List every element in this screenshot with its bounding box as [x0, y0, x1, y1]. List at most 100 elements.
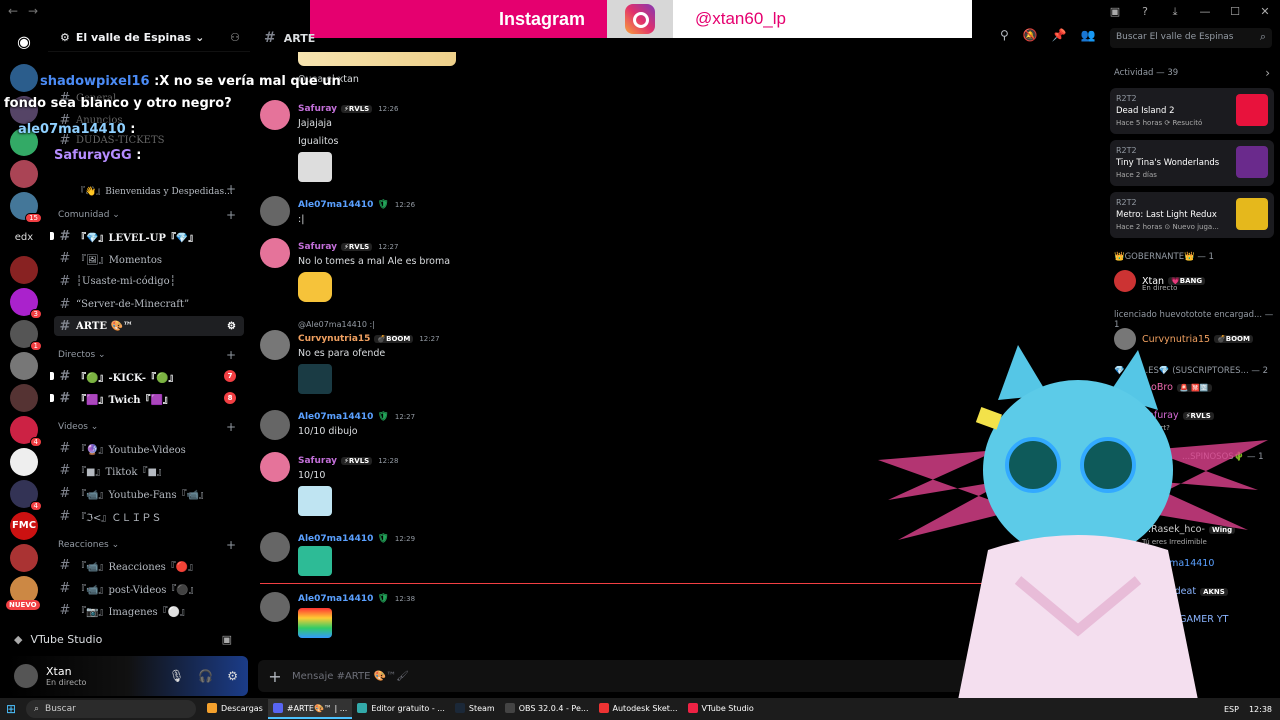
- download-icon[interactable]: ⤓: [1160, 0, 1190, 24]
- channel-item[interactable]: # 『🟪』Twich『🟪』 8: [50, 388, 244, 408]
- taskbar-search[interactable]: ⌕ Buscar: [26, 700, 196, 718]
- image-attachment[interactable]: [298, 152, 332, 182]
- voice-status[interactable]: ◆ VTube Studio ▣: [8, 624, 248, 654]
- microphone-icon[interactable]: 🎙: [169, 669, 184, 683]
- add-channel-icon[interactable]: +: [226, 182, 236, 196]
- server-icon[interactable]: [10, 544, 38, 572]
- settings-icon[interactable]: ⚙: [227, 321, 236, 332]
- message-author[interactable]: Ale07ma14410 🛡 12:29: [298, 534, 415, 544]
- server-icon[interactable]: 4: [10, 480, 42, 511]
- mute-icon[interactable]: 🔕: [1023, 28, 1038, 42]
- taskbar-app[interactable]: Descargas: [202, 699, 268, 719]
- headphones-icon[interactable]: 🎧: [198, 669, 213, 683]
- channel-item[interactable]: # 『■』Tiktok『■』: [54, 460, 244, 480]
- server-icon[interactable]: [10, 160, 38, 188]
- channel-item[interactable]: # 『📹』Youtube-Fans『📹』: [54, 483, 244, 503]
- channel-item[interactable]: # 『📷』Imagenes『⚪』: [54, 600, 244, 620]
- search-input[interactable]: Buscar El valle de Espinas ⌕: [1110, 28, 1272, 48]
- message-author[interactable]: Curvynutria15 💣BOOM 12:27: [298, 334, 440, 344]
- screen-share-icon[interactable]: ▣: [222, 633, 232, 646]
- section-videos[interactable]: Videos ⌄: [58, 422, 98, 432]
- channel-item[interactable]: # 『🟢』-KICK-『🟢』 7: [50, 366, 244, 386]
- server-icon[interactable]: [10, 256, 38, 284]
- language-indicator[interactable]: ESP: [1224, 705, 1239, 714]
- channel-item[interactable]: # “Server-de-Minecraft”: [54, 294, 244, 314]
- message-author[interactable]: Ale07ma14410 🛡 12:27: [298, 412, 415, 422]
- add-channel-icon[interactable]: +: [226, 348, 236, 362]
- inbox-icon[interactable]: ▣: [1100, 0, 1130, 24]
- avatar[interactable]: [260, 238, 290, 268]
- guild-header[interactable]: ⚙ El valle de Espinas ⌄ ⚇: [48, 24, 250, 52]
- message-author[interactable]: Safuray ⚡RVLS 12:28: [298, 456, 398, 466]
- windows-start-icon[interactable]: ⊞: [0, 702, 22, 716]
- members-icon[interactable]: 👥: [1081, 28, 1096, 42]
- server-icon[interactable]: [10, 96, 38, 124]
- avatar[interactable]: [260, 100, 290, 130]
- server-icon[interactable]: 3: [10, 288, 42, 319]
- activity-card[interactable]: R2T2 Tiny Tina's Wonderlands Hace 2 días: [1110, 140, 1274, 186]
- chevron-right-icon[interactable]: ›: [1265, 66, 1270, 80]
- add-channel-icon[interactable]: +: [226, 538, 236, 552]
- channel-item[interactable]: # Anuncios: [54, 110, 244, 130]
- channel-item[interactable]: # 『💎』LEVEL-UP『💎』: [50, 226, 244, 246]
- taskbar-app[interactable]: #ARTE🎨™ | ...: [267, 699, 353, 719]
- channel-item[interactable]: # ┆Usaste-mi-código┆: [54, 271, 244, 291]
- section-directos[interactable]: Directos ⌄: [58, 350, 106, 360]
- avatar[interactable]: [260, 592, 290, 622]
- sticker-icon[interactable]: [298, 364, 332, 394]
- add-channel-icon[interactable]: +: [226, 208, 236, 222]
- channel-item[interactable]: # 『🖼』Momentos: [54, 248, 244, 268]
- forward-arrow-icon[interactable]: →: [28, 4, 38, 18]
- channel-welcome[interactable]: 『👋』Bienvenidas y Despedidas...: [54, 180, 244, 200]
- clock[interactable]: 12:38: [1249, 705, 1272, 714]
- message-author[interactable]: Ale07ma14410 🛡 12:38: [298, 594, 415, 604]
- avatar[interactable]: [260, 452, 290, 482]
- add-channel-icon[interactable]: +: [226, 420, 236, 434]
- pin-icon[interactable]: 📌: [1052, 28, 1067, 42]
- channel-item-active[interactable]: # ARTE 🎨™ ⚙: [54, 316, 244, 336]
- taskbar-app[interactable]: VTube Studio: [683, 699, 759, 719]
- avatar[interactable]: [260, 330, 290, 360]
- close-icon[interactable]: ✕: [1250, 0, 1280, 24]
- sticker-icon[interactable]: [298, 608, 332, 638]
- server-icon[interactable]: 1: [10, 320, 42, 351]
- section-reacciones[interactable]: Reacciones ⌄: [58, 540, 119, 550]
- gear-icon[interactable]: ⚙: [227, 669, 238, 683]
- threads-icon[interactable]: ⚲: [1000, 28, 1009, 42]
- maximize-icon[interactable]: ☐: [1220, 0, 1250, 24]
- avatar[interactable]: [260, 410, 290, 440]
- server-icon[interactable]: [10, 384, 38, 412]
- avatar[interactable]: [260, 532, 290, 562]
- server-icon[interactable]: edx: [10, 224, 38, 252]
- channel-item[interactable]: # General: [54, 88, 244, 108]
- server-icon[interactable]: [10, 352, 38, 380]
- server-icon[interactable]: 15: [10, 192, 42, 223]
- taskbar-app[interactable]: Autodesk Sket...: [594, 699, 683, 719]
- back-arrow-icon[interactable]: ←: [8, 4, 18, 18]
- sticker-icon[interactable]: [298, 546, 332, 576]
- taskbar-app[interactable]: OBS 32.0.4 - Pe...: [500, 699, 594, 719]
- sticker-cat-icon[interactable]: [298, 272, 332, 302]
- avatar[interactable]: [260, 196, 290, 226]
- channel-item[interactable]: # 『📹』Reacciones『🔴』: [54, 555, 244, 575]
- message-author[interactable]: Ale07ma14410 🛡 12:26: [298, 200, 415, 210]
- discord-home-icon[interactable]: ◉: [10, 28, 38, 56]
- channel-item[interactable]: # 『ℑ<』ＣＬＩＰＳ: [54, 506, 244, 526]
- reply-reference[interactable]: @Ale07ma14410 :|: [298, 320, 375, 329]
- server-icon[interactable]: [10, 128, 38, 156]
- server-icon[interactable]: FMC: [10, 512, 38, 540]
- invite-icon[interactable]: ⚇: [230, 31, 240, 44]
- help-icon[interactable]: ?: [1130, 0, 1160, 24]
- server-icon[interactable]: [10, 64, 38, 92]
- channel-item[interactable]: # DUDAS-TICKETS: [54, 130, 244, 150]
- image-attachment[interactable]: [298, 52, 456, 66]
- message-author[interactable]: Safuray ⚡RVLS 12:26: [298, 104, 398, 114]
- taskbar-app[interactable]: Editor gratuito - ...: [352, 699, 450, 719]
- channel-item[interactable]: # 『🔮』Youtube-Videos: [54, 438, 244, 458]
- activity-card[interactable]: R2T2 Dead Island 2 Hace 5 horas ⟳ Resuci…: [1110, 88, 1274, 134]
- sticker-icon[interactable]: [298, 486, 332, 516]
- section-comunidad[interactable]: Comunidad ⌄: [58, 210, 120, 220]
- taskbar-app[interactable]: Steam: [450, 699, 500, 719]
- add-attachment-icon[interactable]: +: [258, 667, 292, 686]
- member-item[interactable]: Xtan 💗BANG En directo: [1114, 270, 1206, 292]
